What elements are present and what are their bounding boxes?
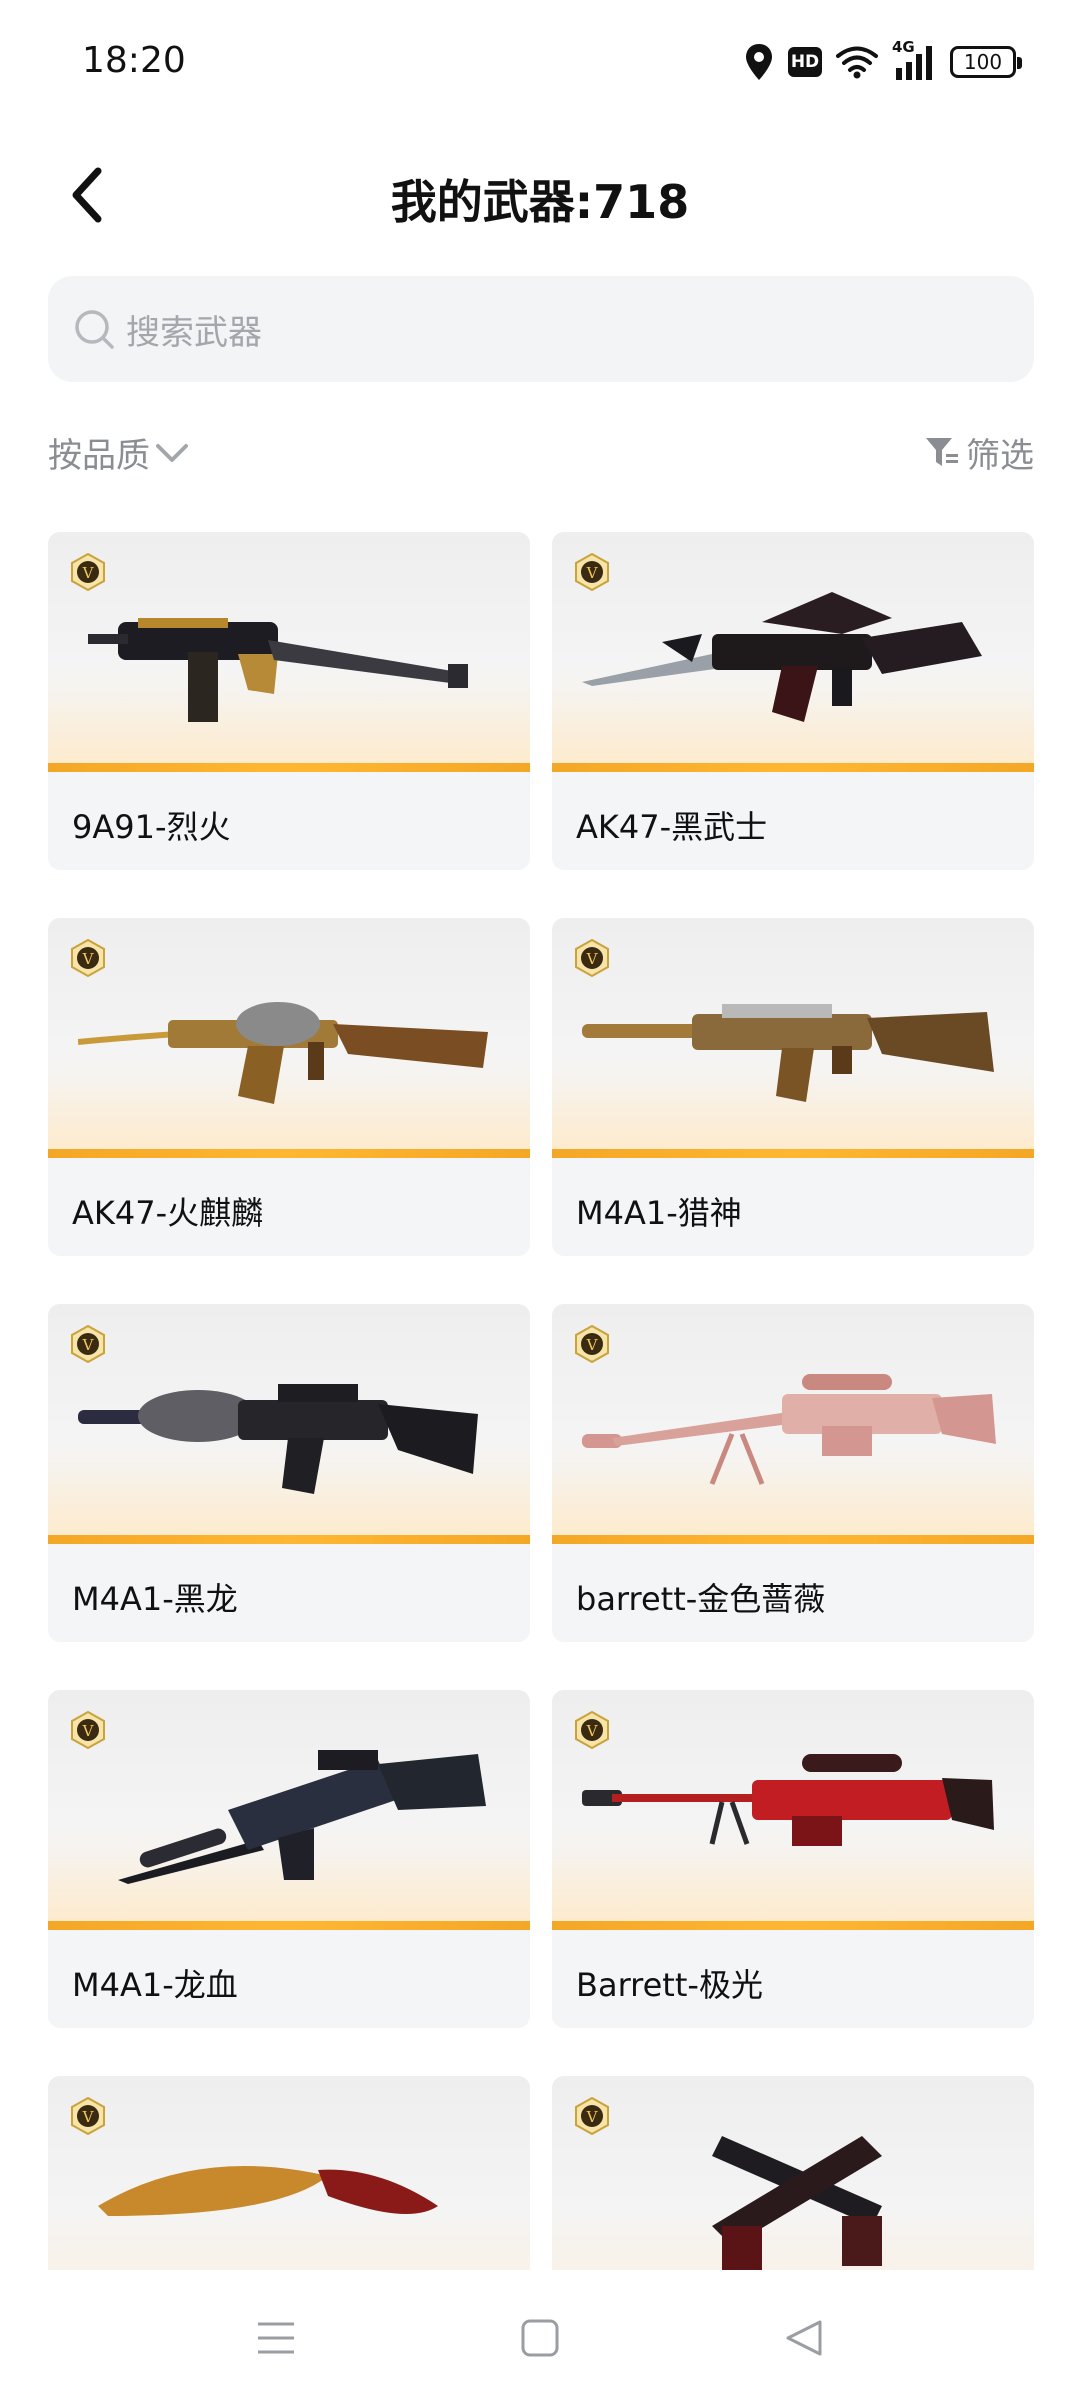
menu-button[interactable] — [246, 2308, 306, 2368]
svg-text:V: V — [586, 1336, 599, 1354]
rifle-weapon-icon — [78, 1384, 478, 1494]
home-button[interactable] — [510, 2308, 570, 2368]
weapon-image: V — [552, 1690, 1034, 1930]
search-icon — [70, 305, 118, 353]
rifle-weapon-icon — [118, 1750, 486, 1884]
sort-label: 按品质 — [48, 436, 150, 476]
rifle-weapon-icon — [78, 1002, 488, 1104]
back-nav-button[interactable] — [774, 2308, 834, 2368]
back-triangle-icon — [786, 2320, 822, 2356]
battery-level: 100 — [963, 50, 1003, 74]
pistol-weapon-icon — [712, 2136, 882, 2276]
quality-stripe — [552, 763, 1034, 772]
svg-text:V: V — [82, 950, 95, 968]
weapon-card[interactable]: V AK47-黑武士 — [552, 532, 1034, 870]
weapon-name: M4A1-猎神 — [576, 1194, 742, 1232]
battery-icon: 100 — [950, 46, 1022, 78]
cellular-signal-icon: 4G — [892, 38, 936, 82]
quality-stripe — [552, 1535, 1034, 1544]
rifle-weapon-icon — [582, 1004, 994, 1102]
svg-text:V: V — [82, 1722, 95, 1740]
system-nav-bar — [0, 2270, 1080, 2400]
quality-stripe — [48, 1149, 530, 1158]
weapon-name: Barrett-极光 — [576, 1966, 763, 2004]
weapon-card[interactable]: V AK47-火麒麟 — [48, 918, 530, 1256]
search-input[interactable]: 搜索武器 — [48, 276, 1034, 382]
weapon-grid: V 9A91-烈火 V AK47-黑武士 V AK47-火麒麟 V M4A1-猎… — [48, 532, 1034, 2400]
header: 我的武器:718 — [0, 140, 1080, 250]
svg-text:V: V — [82, 564, 95, 582]
status-time: 18:20 — [82, 40, 186, 81]
filter-label: 筛选 — [966, 436, 1034, 476]
sniper-weapon-icon — [582, 1754, 994, 1846]
weapon-card[interactable]: V Barrett-极光 — [552, 1690, 1034, 2028]
quality-stripe — [552, 1921, 1034, 1930]
weapon-image: V — [552, 532, 1034, 772]
weapon-card[interactable]: V M4A1-龙血 — [48, 1690, 530, 2028]
weapon-image: V — [552, 918, 1034, 1158]
filter-icon — [926, 437, 958, 466]
svg-text:V: V — [586, 1722, 599, 1740]
weapon-image: V — [48, 1690, 530, 1930]
weapon-image: V — [552, 1304, 1034, 1544]
weapon-name: AK47-火麒麟 — [72, 1194, 264, 1232]
sniper-weapon-icon — [582, 1374, 996, 1485]
weapon-card[interactable]: V M4A1-猎神 — [552, 918, 1034, 1256]
weapon-card[interactable]: V M4A1-黑龙 — [48, 1304, 530, 1642]
weapon-name: barrett-金色蔷薇 — [576, 1580, 826, 1618]
weapon-name: M4A1-黑龙 — [72, 1580, 238, 1618]
status-bar: 18:20 HD 4G 100 — [0, 0, 1080, 120]
wifi-icon — [836, 46, 878, 79]
weapon-image: V — [48, 532, 530, 772]
sort-by-quality-button[interactable]: 按品质 — [48, 428, 190, 477]
svg-text:V: V — [586, 564, 599, 582]
quality-stripe — [48, 1921, 530, 1930]
search-placeholder: 搜索武器 — [126, 312, 262, 353]
menu-icon — [258, 2322, 294, 2354]
svg-text:V: V — [586, 2108, 599, 2126]
weapon-card[interactable]: V 9A91-烈火 — [48, 532, 530, 870]
weapon-image: V — [48, 1304, 530, 1544]
svg-text:V: V — [82, 1336, 95, 1354]
svg-text:V: V — [586, 950, 599, 968]
page-title: 我的武器:718 — [390, 175, 690, 229]
hd-icon: HD — [788, 47, 822, 77]
status-icons: HD 4G 100 — [744, 38, 1022, 84]
smg-weapon-icon — [88, 618, 468, 722]
quality-stripe — [552, 1149, 1034, 1158]
svg-text:V: V — [82, 2108, 95, 2126]
weapon-name: M4A1-龙血 — [72, 1966, 238, 2004]
quality-stripe — [48, 763, 530, 772]
weapon-name: AK47-黑武士 — [576, 808, 768, 846]
rifle-weapon-icon — [582, 592, 982, 722]
weapon-image: V — [48, 918, 530, 1158]
quality-stripe — [48, 1535, 530, 1544]
knife-weapon-icon — [98, 2166, 438, 2216]
chevron-down-icon — [156, 443, 188, 462]
weapon-card[interactable]: V barrett-金色蔷薇 — [552, 1304, 1034, 1642]
sort-filter-row: 按品质 筛选 — [48, 428, 1034, 488]
location-icon — [746, 44, 772, 80]
filter-button[interactable]: 筛选 — [924, 428, 1034, 477]
weapon-name: 9A91-烈火 — [72, 808, 231, 846]
home-square-icon — [521, 2319, 559, 2357]
